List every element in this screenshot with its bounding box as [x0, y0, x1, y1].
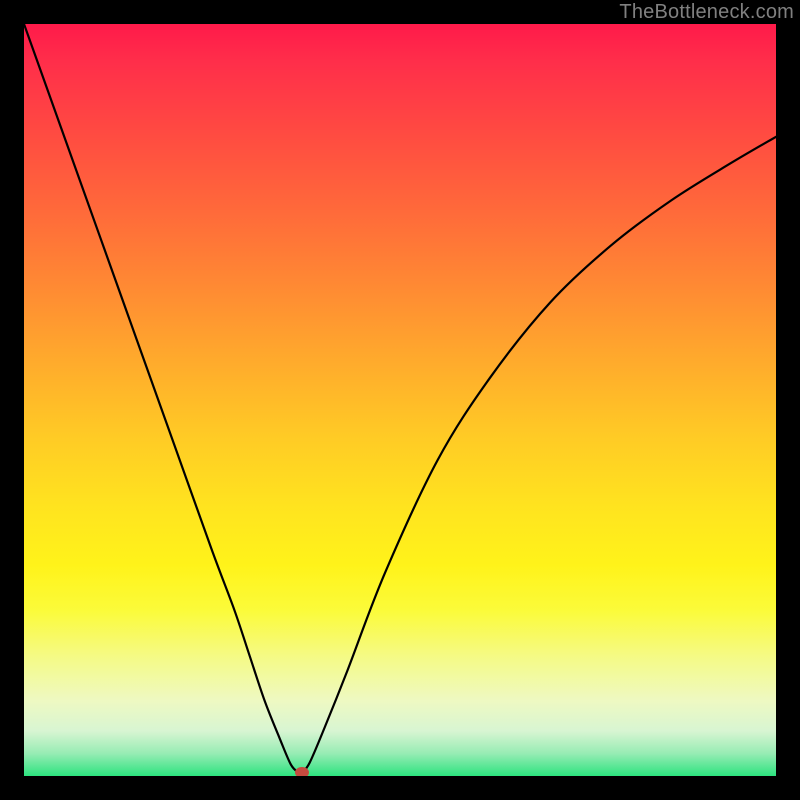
curve-svg	[24, 24, 776, 776]
plot-area	[24, 24, 776, 776]
chart-container: TheBottleneck.com	[0, 0, 800, 800]
bottleneck-curve	[24, 24, 776, 773]
minimum-marker	[295, 767, 309, 776]
attribution-label: TheBottleneck.com	[619, 1, 794, 24]
